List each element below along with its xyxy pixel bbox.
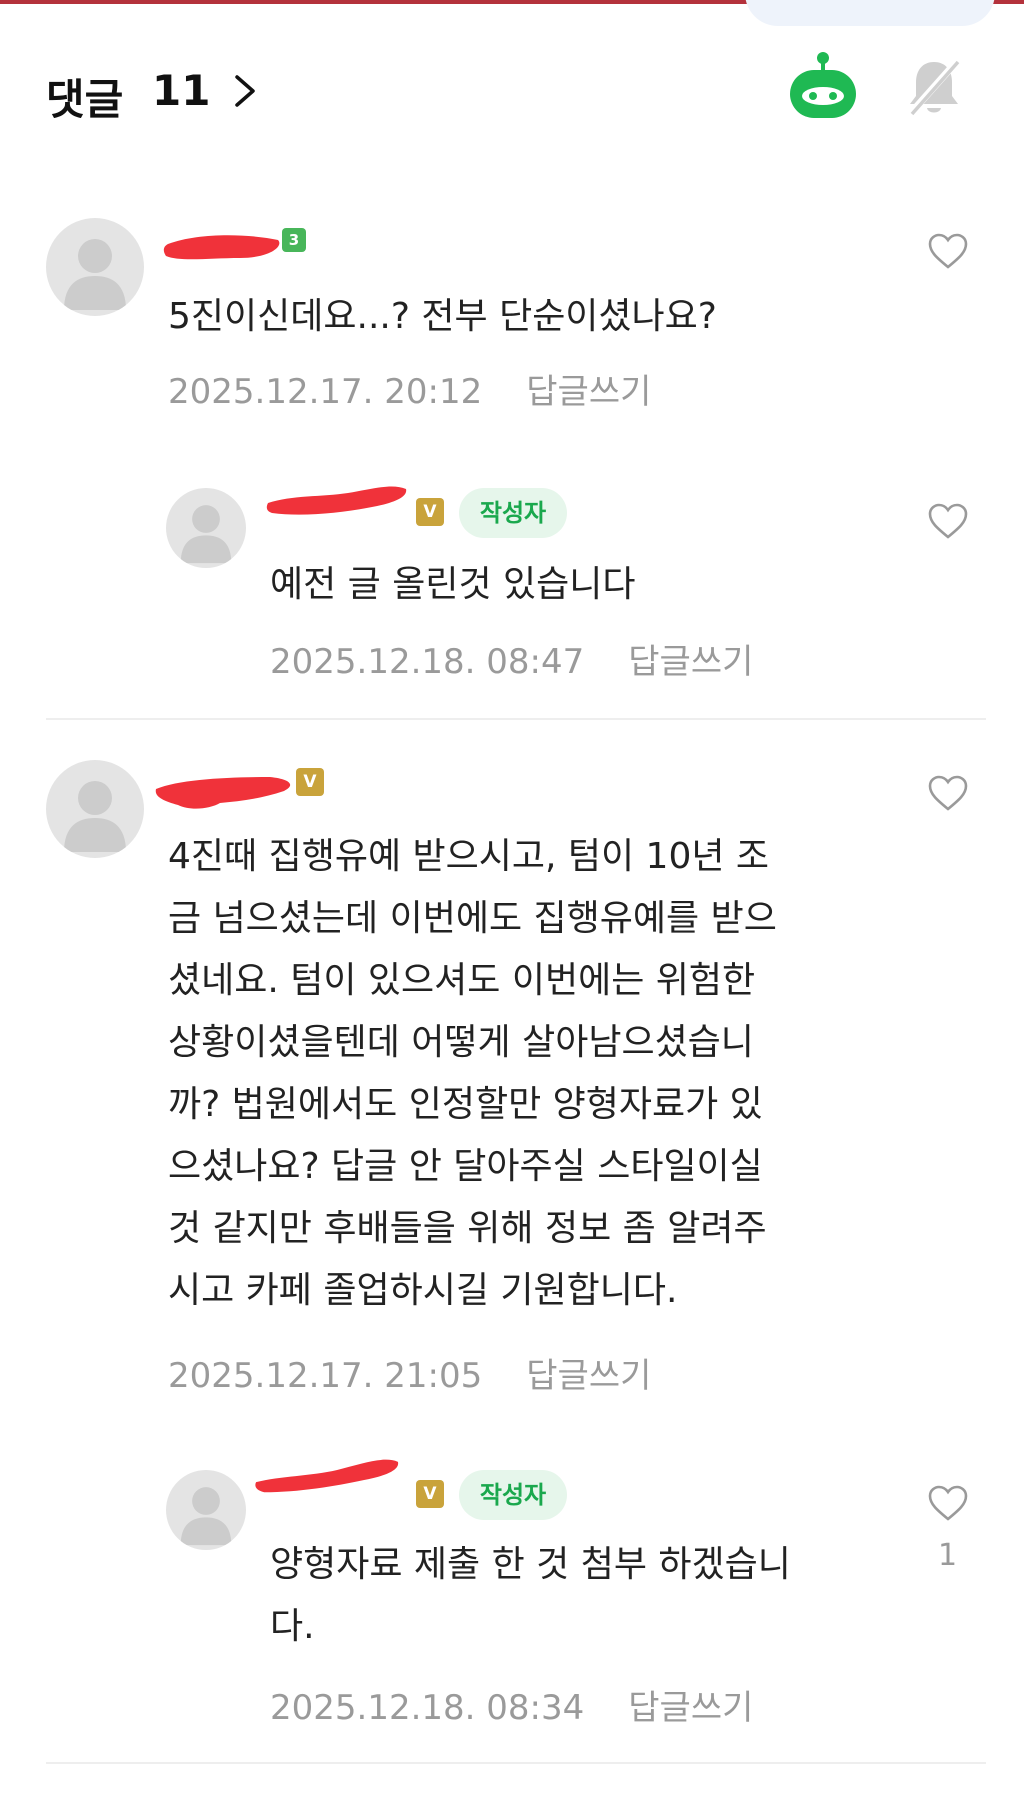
default-avatar-icon[interactable]	[46, 760, 144, 858]
author-badge: 작성자	[459, 1470, 567, 1520]
default-avatar-icon[interactable]	[166, 1470, 246, 1550]
level-badge: 3	[282, 228, 306, 252]
like-count: 1	[938, 1538, 958, 1573]
reply-button[interactable]: 답글쓰기	[628, 642, 753, 682]
comments-count[interactable]: 11	[152, 66, 210, 115]
reply-button[interactable]: 답글쓰기	[526, 1356, 651, 1396]
heart-icon[interactable]	[927, 232, 969, 270]
comment-meta: 2025.12.17. 21:05 답글쓰기	[168, 1348, 651, 1397]
comment-meta: 2025.12.18. 08:47 답글쓰기	[270, 634, 753, 683]
level-badge: V	[296, 768, 324, 796]
chevron-right-icon[interactable]	[232, 74, 258, 108]
comment-text: 양형자료 제출 한 것 첨부 하겠습니 다.	[270, 1544, 791, 1647]
comment-divider	[46, 1762, 986, 1764]
default-avatar-icon[interactable]	[46, 218, 144, 316]
comment-text: 예전 글 올린것 있습니다	[270, 564, 636, 605]
reply-button[interactable]: 답글쓰기	[628, 1688, 753, 1728]
comment-text: 4진때 집행유예 받으시고, 텀이 10년 조 금 넘으셨는데 이번에도 집행유…	[168, 836, 777, 1311]
redaction-mark	[155, 777, 291, 809]
default-avatar-icon[interactable]	[166, 488, 246, 568]
comment-divider	[46, 718, 986, 720]
level-badge: V	[416, 1480, 444, 1508]
heart-icon[interactable]	[927, 1484, 969, 1522]
level-badge: V	[416, 498, 444, 526]
comment-meta: 2025.12.18. 08:34 답글쓰기	[270, 1680, 753, 1729]
redaction-mark	[266, 486, 407, 515]
top-bubble	[745, 0, 995, 26]
comments-title[interactable]: 댓글	[46, 66, 123, 127]
comment-date: 2025.12.17. 21:05	[168, 1356, 483, 1396]
comment-date: 2025.12.18. 08:34	[270, 1688, 585, 1728]
comment-date: 2025.12.17. 20:12	[168, 372, 483, 412]
bell-off-icon[interactable]	[904, 56, 964, 118]
comment-text: 5진이신데요...? 전부 단순이셨나요?	[168, 296, 717, 337]
redaction-mark	[163, 235, 280, 260]
robot-icon[interactable]	[786, 52, 860, 122]
redaction-mark	[255, 1459, 399, 1493]
heart-icon[interactable]	[927, 502, 969, 540]
reply-button[interactable]: 답글쓰기	[526, 372, 651, 412]
comment-meta: 2025.12.17. 20:12 답글쓰기	[168, 364, 651, 413]
comments-header: 댓글 11	[0, 50, 1024, 130]
comment-date: 2025.12.18. 08:47	[270, 642, 585, 682]
heart-icon[interactable]	[927, 774, 969, 812]
author-badge: 작성자	[459, 488, 567, 538]
